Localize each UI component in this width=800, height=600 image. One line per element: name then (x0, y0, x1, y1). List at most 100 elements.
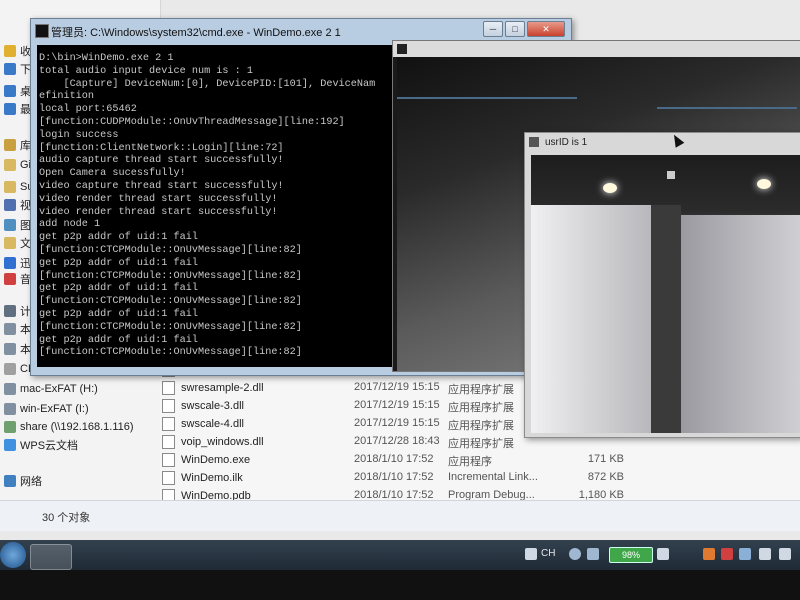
console-line: audio capture thread start successfully! (39, 155, 284, 167)
video-window-remote[interactable]: usrID is 1 (524, 132, 800, 438)
video-icon (4, 199, 16, 211)
start-button[interactable] (0, 542, 26, 568)
file-name-cell: WinDemo.exe (162, 453, 250, 467)
console-line: get p2p addr of uid:1 fail (39, 232, 198, 244)
console-line: [Capture] DeviceNum:[0], DevicePID:[101]… (39, 78, 376, 90)
console-line: get p2p addr of uid:1 fail (39, 334, 198, 346)
file-type: 应用程序扩展 (448, 402, 514, 414)
nav-item[interactable]: 库 (4, 136, 31, 154)
nav-item-label: WPS云文档 (20, 440, 79, 452)
console-output[interactable]: D:\bin>WinDemo.exe 2 1 total audio input … (37, 45, 393, 367)
file-date: 2017/12/19 15:15 (354, 417, 440, 429)
ceiling-light-strip (397, 97, 577, 99)
library-icon (4, 139, 16, 151)
taskbar-window-button[interactable] (30, 544, 72, 570)
music-icon (4, 273, 16, 285)
cloud-icon (4, 439, 16, 451)
file-row[interactable]: WinDemo.ilk 2018/1/10 17:52 Incremental Li… (160, 468, 800, 488)
nav-item[interactable]: mac-ExFAT (H:) (4, 380, 98, 398)
app-tray-icon[interactable] (721, 548, 733, 560)
console-line: [function:CTCPModule::OnUvMessage][line:… (39, 245, 302, 256)
nav-item-label: 网络 (20, 476, 42, 488)
file-name: swscale-3.dll (181, 400, 244, 412)
drive-icon (4, 403, 16, 415)
file-date: 2017/12/28 18:43 (354, 435, 440, 447)
console-line: [function:CTCPModule::OnUvMessage][line:… (39, 296, 302, 308)
console-line: video capture thread start successfully! (39, 181, 284, 192)
console-line: add node 1 (39, 219, 101, 231)
file-icon (162, 381, 175, 395)
console-line: video render thread start successfully! (39, 193, 278, 205)
folder-icon (4, 159, 16, 171)
file-type: Incremental Link... (448, 471, 538, 483)
curtain-panel (681, 215, 800, 433)
settings-icon[interactable] (587, 548, 599, 560)
explorer-status-bar: 30 个对象 (0, 500, 800, 531)
nav-item[interactable]: win-ExFAT (I:) (4, 400, 89, 418)
maximize-button[interactable]: □ (505, 21, 525, 37)
file-date: 2018/1/10 17:52 (354, 453, 434, 465)
volume-icon[interactable] (759, 548, 771, 560)
console-line: get p2p addr of uid:1 fail (39, 257, 198, 269)
file-size: 872 KB (587, 471, 624, 483)
action-center-icon[interactable] (779, 548, 791, 560)
file-name: swresample-2.dll (181, 382, 264, 394)
nav-item[interactable]: 网络 (4, 472, 42, 490)
console-line: Open Camera sucessfully! (39, 168, 186, 180)
file-icon (162, 435, 175, 449)
star-icon (4, 45, 16, 57)
video-window-titlebar[interactable] (393, 41, 800, 57)
object-count: 30 个对象 (42, 512, 91, 524)
file-type: 应用程序 (448, 456, 492, 468)
cmd-window-title: 管理员: C:\Windows\system32\cmd.exe - WinDe… (51, 27, 341, 39)
desktop-screen: 收藏夹下载桌面最近库GitSubv视频图片文档迅雷音乐计算机本地本地CDmac-… (0, 0, 800, 540)
console-line: [function:CTCPModule::OnUvMessage][line:… (39, 270, 302, 282)
wall-panel (531, 205, 651, 433)
picture-icon (4, 219, 16, 231)
file-name-cell: voip_windows.dll (162, 435, 264, 449)
camera-icon[interactable] (657, 548, 669, 560)
network-drive-icon (4, 421, 16, 433)
ceiling-light-strip (657, 107, 797, 109)
console-line: video render thread start successfully! (39, 206, 278, 218)
network-icon[interactable] (739, 548, 751, 560)
file-icon (162, 417, 175, 431)
video-window-title: usrID is 1 (545, 137, 588, 148)
file-name-cell: swscale-4.dll (162, 417, 244, 431)
nav-item[interactable]: WPS云文档 (4, 436, 78, 454)
nav-item-label: win-ExFAT (I:) (20, 403, 89, 415)
ceiling-spotlight (757, 179, 771, 189)
ceiling-fixture (667, 171, 675, 179)
nav-item-label: share (\\192.168.1.116) (20, 421, 134, 433)
file-name: voip_windows.dll (181, 436, 264, 448)
drive-icon (4, 383, 16, 395)
file-name-cell: swscale-3.dll (162, 399, 244, 413)
system-tray: CH 98% (515, 540, 800, 570)
window-icon (397, 44, 407, 54)
desktop-icon (4, 85, 16, 97)
console-line: login success (39, 129, 119, 141)
ceiling-spotlight (603, 183, 617, 193)
drive-icon (4, 343, 16, 355)
nav-item-label: mac-ExFAT (H:) (20, 383, 98, 395)
file-size: 171 KB (587, 453, 624, 465)
nav-item[interactable]: share (\\192.168.1.116) (4, 418, 134, 436)
file-name: WinDemo.ilk (181, 472, 243, 484)
keyboard-icon[interactable] (525, 548, 537, 560)
app-tray-icon[interactable] (703, 548, 715, 560)
recent-icon (4, 103, 16, 115)
file-icon (162, 453, 175, 467)
console-line: total audio input device num is : 1 (39, 65, 253, 77)
minimize-button[interactable]: ─ (483, 21, 503, 37)
battery-indicator[interactable]: 98% (609, 547, 653, 563)
input-method-indicator[interactable]: CH (541, 548, 555, 559)
file-row[interactable]: WinDemo.exe 2018/1/10 17:52 应用程序 171 KB (160, 450, 800, 470)
dark-column (651, 205, 681, 433)
console-line: [function:CTCPModule::OnUvMessage][line:… (39, 321, 302, 333)
folder-icon (4, 181, 16, 193)
close-button[interactable]: ✕ (527, 21, 565, 37)
window-icon (529, 137, 539, 147)
cmd-icon (35, 24, 49, 38)
help-icon[interactable] (569, 548, 581, 560)
cd-icon (4, 363, 16, 375)
